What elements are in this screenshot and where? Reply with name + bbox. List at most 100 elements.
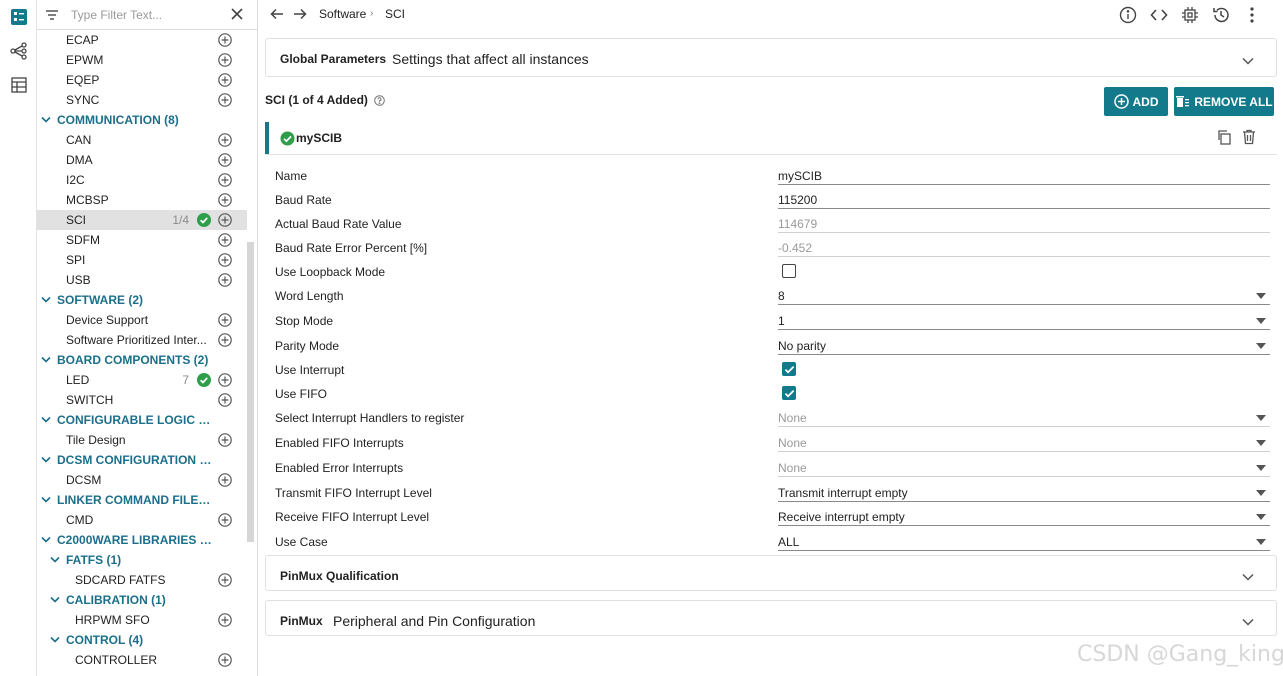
tree-category[interactable]: CONTROL (4) bbox=[37, 630, 247, 650]
help-icon[interactable] bbox=[374, 95, 386, 109]
tree-category[interactable]: CALIBRATION (1) bbox=[37, 590, 247, 610]
dropdown-arrow-icon[interactable] bbox=[1256, 293, 1266, 299]
property-select[interactable]: Transmit interrupt empty bbox=[778, 486, 908, 500]
dropdown-arrow-icon[interactable] bbox=[1256, 318, 1266, 324]
tree-item[interactable]: I2C bbox=[37, 170, 247, 190]
dropdown-arrow-icon[interactable] bbox=[1256, 514, 1266, 520]
add-circle-icon[interactable] bbox=[218, 153, 232, 167]
chevron-down-icon[interactable] bbox=[41, 356, 51, 364]
property-select[interactable]: 1 bbox=[778, 314, 785, 328]
tree-category[interactable]: FATFS (1) bbox=[37, 550, 247, 570]
instance-header[interactable]: mySCIB bbox=[265, 122, 1277, 155]
tree-category[interactable]: BOARD COMPONENTS (2) bbox=[37, 350, 247, 370]
tree-item[interactable]: CAN bbox=[37, 130, 247, 150]
chevron-down-icon[interactable] bbox=[41, 456, 51, 464]
add-circle-icon[interactable] bbox=[218, 613, 232, 627]
add-circle-icon[interactable] bbox=[218, 313, 232, 327]
property-input[interactable]: 115200 bbox=[778, 193, 817, 207]
checkbox[interactable] bbox=[782, 264, 796, 278]
tree-item[interactable]: SDCARD FATFS bbox=[37, 570, 247, 590]
pinmux-panel[interactable]: PinMux Peripheral and Pin Configuration bbox=[265, 600, 1277, 636]
chevron-down-icon[interactable] bbox=[41, 536, 51, 544]
chevron-down-icon[interactable] bbox=[41, 296, 51, 304]
add-circle-icon[interactable] bbox=[218, 333, 232, 347]
add-circle-icon[interactable] bbox=[218, 133, 232, 147]
add-circle-icon[interactable] bbox=[218, 373, 232, 387]
property-select[interactable]: None bbox=[778, 436, 807, 450]
chevron-down-icon[interactable] bbox=[1242, 615, 1254, 626]
dropdown-arrow-icon[interactable] bbox=[1256, 465, 1266, 471]
tree-item[interactable]: EPWM bbox=[37, 50, 247, 70]
tree-item[interactable]: MCBSP bbox=[37, 190, 247, 210]
add-circle-icon[interactable] bbox=[218, 93, 232, 107]
chevron-down-icon[interactable] bbox=[50, 556, 60, 564]
checkbox[interactable] bbox=[782, 362, 796, 376]
add-circle-icon[interactable] bbox=[218, 513, 232, 527]
tree-item[interactable]: CMD bbox=[37, 510, 247, 530]
add-circle-icon[interactable] bbox=[218, 33, 232, 47]
dropdown-arrow-icon[interactable] bbox=[1256, 415, 1266, 421]
tree-item[interactable]: ECAP bbox=[37, 30, 247, 50]
global-parameters-panel[interactable]: Global Parameters Settings that affect a… bbox=[265, 38, 1277, 77]
table-icon[interactable] bbox=[8, 74, 30, 96]
chevron-down-icon[interactable] bbox=[50, 596, 60, 604]
add-circle-icon[interactable] bbox=[218, 653, 232, 667]
tree-item[interactable]: LED 7 bbox=[37, 370, 247, 390]
filter-icon[interactable] bbox=[45, 9, 59, 24]
tree-item[interactable]: DMA bbox=[37, 150, 247, 170]
tree-category[interactable]: C2000WARE LIBRARIES (6) bbox=[37, 530, 247, 550]
tree-item[interactable]: SWITCH bbox=[37, 390, 247, 410]
add-circle-icon[interactable] bbox=[218, 253, 232, 267]
tree-item[interactable]: CONTROLLER bbox=[37, 650, 247, 670]
chevron-down-icon[interactable] bbox=[1242, 570, 1254, 581]
chevron-down-icon[interactable] bbox=[41, 496, 51, 504]
tree-category[interactable]: SOFTWARE (2) bbox=[37, 290, 247, 310]
breadcrumb-software[interactable]: Software bbox=[319, 7, 366, 21]
chevron-down-icon[interactable] bbox=[41, 116, 51, 124]
sidebar-scrollbar[interactable] bbox=[247, 242, 254, 542]
add-button[interactable]: ADD bbox=[1104, 87, 1168, 116]
chevron-down-icon[interactable] bbox=[41, 416, 51, 424]
copy-icon[interactable] bbox=[1216, 129, 1232, 148]
outline-view-icon[interactable] bbox=[8, 6, 30, 28]
add-circle-icon[interactable] bbox=[218, 393, 232, 407]
property-input[interactable]: mySCIB bbox=[778, 169, 822, 183]
add-circle-icon[interactable] bbox=[218, 233, 232, 247]
tree-item[interactable]: Tile Design bbox=[37, 430, 247, 450]
tree-item[interactable]: Software Prioritized Inter... bbox=[37, 330, 247, 350]
add-circle-icon[interactable] bbox=[218, 173, 232, 187]
add-circle-icon[interactable] bbox=[218, 73, 232, 87]
property-select[interactable]: None bbox=[778, 461, 807, 475]
add-circle-icon[interactable] bbox=[218, 53, 232, 67]
property-select[interactable]: Receive interrupt empty bbox=[778, 510, 905, 524]
more-options-icon[interactable] bbox=[1243, 6, 1261, 24]
tree-category[interactable]: LINKER COMMAND FILE C... bbox=[37, 490, 247, 510]
property-select[interactable]: 8 bbox=[778, 289, 785, 303]
pinmux-qualification-panel[interactable]: PinMux Qualification bbox=[265, 555, 1277, 591]
dropdown-arrow-icon[interactable] bbox=[1256, 343, 1266, 349]
property-select[interactable]: None bbox=[778, 411, 807, 425]
tree-item[interactable]: EQEP bbox=[37, 70, 247, 90]
back-arrow-icon[interactable] bbox=[270, 7, 284, 24]
add-circle-icon[interactable] bbox=[218, 193, 232, 207]
tree-item[interactable]: Device Support bbox=[37, 310, 247, 330]
forward-arrow-icon[interactable] bbox=[293, 7, 307, 24]
hierarchy-icon[interactable] bbox=[8, 40, 30, 62]
tree-category[interactable]: DCSM CONFIGURATION (1) bbox=[37, 450, 247, 470]
add-circle-icon[interactable] bbox=[218, 433, 232, 447]
chip-icon[interactable] bbox=[1181, 6, 1199, 24]
tree-item[interactable]: USB bbox=[37, 270, 247, 290]
tree-category[interactable]: COMMUNICATION (8) bbox=[37, 110, 247, 130]
chevron-down-icon[interactable] bbox=[50, 636, 60, 644]
tree-item[interactable]: HRPWM SFO bbox=[37, 610, 247, 630]
dropdown-arrow-icon[interactable] bbox=[1256, 490, 1266, 496]
add-circle-icon[interactable] bbox=[218, 273, 232, 287]
history-icon[interactable] bbox=[1212, 6, 1230, 24]
add-circle-icon[interactable] bbox=[218, 573, 232, 587]
clear-filter-icon[interactable] bbox=[231, 8, 243, 23]
filter-input[interactable] bbox=[69, 6, 219, 24]
checkbox[interactable] bbox=[782, 386, 796, 400]
add-circle-icon[interactable] bbox=[218, 213, 232, 227]
chevron-down-icon[interactable] bbox=[1242, 54, 1254, 65]
code-icon[interactable] bbox=[1150, 6, 1168, 24]
